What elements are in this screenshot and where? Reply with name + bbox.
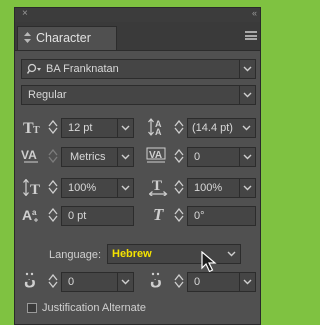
mark-left-field[interactable]: 0 [61, 272, 134, 292]
chevron-down-icon[interactable] [239, 60, 255, 78]
svg-text:T: T [152, 178, 162, 194]
close-icon[interactable]: × [22, 8, 28, 19]
font-size-value: 12 pt [68, 122, 93, 134]
mark-position-right-icon: ن [148, 271, 168, 292]
vertical-scale-value: 100% [68, 182, 97, 194]
horizontal-scale-value: 100% [194, 182, 223, 194]
horizontal-scale-icon: T [148, 178, 169, 199]
font-family-field[interactable]: BA Franknatan [21, 59, 256, 79]
svg-text:T: T [30, 182, 40, 196]
baseline-shift-value: 0 pt [68, 210, 87, 222]
leading-icon: AA [148, 118, 168, 139]
kerning-stepper[interactable] [48, 149, 58, 163]
svg-text:VA: VA [21, 148, 37, 162]
mark-position-left-icon: ن [22, 271, 42, 292]
svg-text:T: T [153, 205, 164, 223]
svg-text:A: A [22, 207, 32, 223]
vertical-scale-icon: T [23, 178, 43, 199]
mark-left-value: 0 [68, 276, 75, 288]
tab-expand-icon [24, 32, 31, 45]
tracking-field[interactable]: 0 [187, 147, 256, 167]
horizontal-scale-field[interactable]: 100% [187, 178, 256, 198]
svg-text:T: T [33, 125, 40, 135]
character-panel: × « Character BA Franknatan Regular TT 1… [14, 7, 261, 325]
font-style-field[interactable]: Regular [21, 85, 256, 105]
chevron-down-icon[interactable] [239, 86, 255, 104]
baseline-shift-icon: Aa [21, 206, 43, 226]
mark-left-stepper[interactable] [48, 274, 58, 288]
chevron-down-icon[interactable] [117, 119, 133, 137]
svg-text:ن: ن [24, 273, 36, 289]
kerning-icon: VA [21, 148, 43, 167]
svg-text:VA: VA [149, 150, 162, 161]
vertical-scale-stepper[interactable] [48, 180, 58, 194]
vertical-scale-field[interactable]: 100% [61, 178, 134, 198]
svg-text:A: A [155, 127, 162, 136]
chevron-down-icon[interactable] [239, 119, 255, 137]
horizontal-scale-stepper[interactable] [174, 180, 184, 194]
font-size-icon: TT [23, 119, 43, 138]
chevron-down-icon[interactable] [224, 245, 240, 263]
chevron-down-icon[interactable] [239, 273, 255, 291]
leading-field[interactable]: (14.4 pt) [187, 118, 256, 138]
skew-icon: T [151, 205, 169, 226]
panel-top-bar: × « [15, 8, 260, 22]
language-label: Language: [49, 249, 101, 261]
collapse-icon[interactable]: « [252, 8, 257, 18]
chevron-down-icon[interactable] [117, 273, 133, 291]
tab-character[interactable]: Character [17, 26, 117, 50]
panel-menu-icon[interactable] [245, 31, 257, 40]
tracking-value: 0 [194, 151, 201, 163]
language-value: Hebrew [112, 248, 152, 260]
mark-right-field[interactable]: 0 [187, 272, 256, 292]
chevron-down-icon[interactable] [239, 148, 255, 166]
skew-field[interactable]: 0° [187, 206, 256, 226]
justification-alternate-checkbox[interactable] [27, 303, 37, 313]
leading-stepper[interactable] [174, 120, 184, 134]
panel-tab-bar: Character [15, 22, 260, 51]
tab-title: Character [36, 31, 91, 45]
font-size-field[interactable]: 12 pt [61, 118, 134, 138]
size-stepper[interactable] [48, 120, 58, 134]
chevron-down-icon[interactable] [117, 179, 133, 197]
language-select[interactable]: Hebrew [107, 244, 241, 264]
chevron-down-icon[interactable] [117, 148, 133, 166]
tracking-icon: VA [146, 147, 168, 167]
search-icon [26, 63, 42, 78]
svg-text:ن: ن [150, 273, 162, 289]
mark-right-value: 0 [194, 276, 201, 288]
mark-right-stepper[interactable] [174, 274, 184, 288]
kerning-field[interactable]: Metrics [61, 147, 134, 167]
skew-value: 0° [194, 210, 205, 222]
kerning-value: Metrics [70, 151, 106, 163]
skew-stepper[interactable] [174, 208, 184, 222]
font-family-value: BA Franknatan [46, 63, 119, 75]
baseline-shift-field[interactable]: 0 pt [61, 206, 134, 226]
justification-alternate-label: Justification Alternate [42, 302, 146, 314]
font-style-value: Regular [28, 89, 67, 101]
chevron-down-icon[interactable] [239, 179, 255, 197]
leading-value: (14.4 pt) [192, 122, 233, 134]
tracking-stepper[interactable] [174, 149, 184, 163]
svg-text:a: a [32, 208, 37, 217]
baseline-shift-stepper[interactable] [48, 208, 58, 222]
